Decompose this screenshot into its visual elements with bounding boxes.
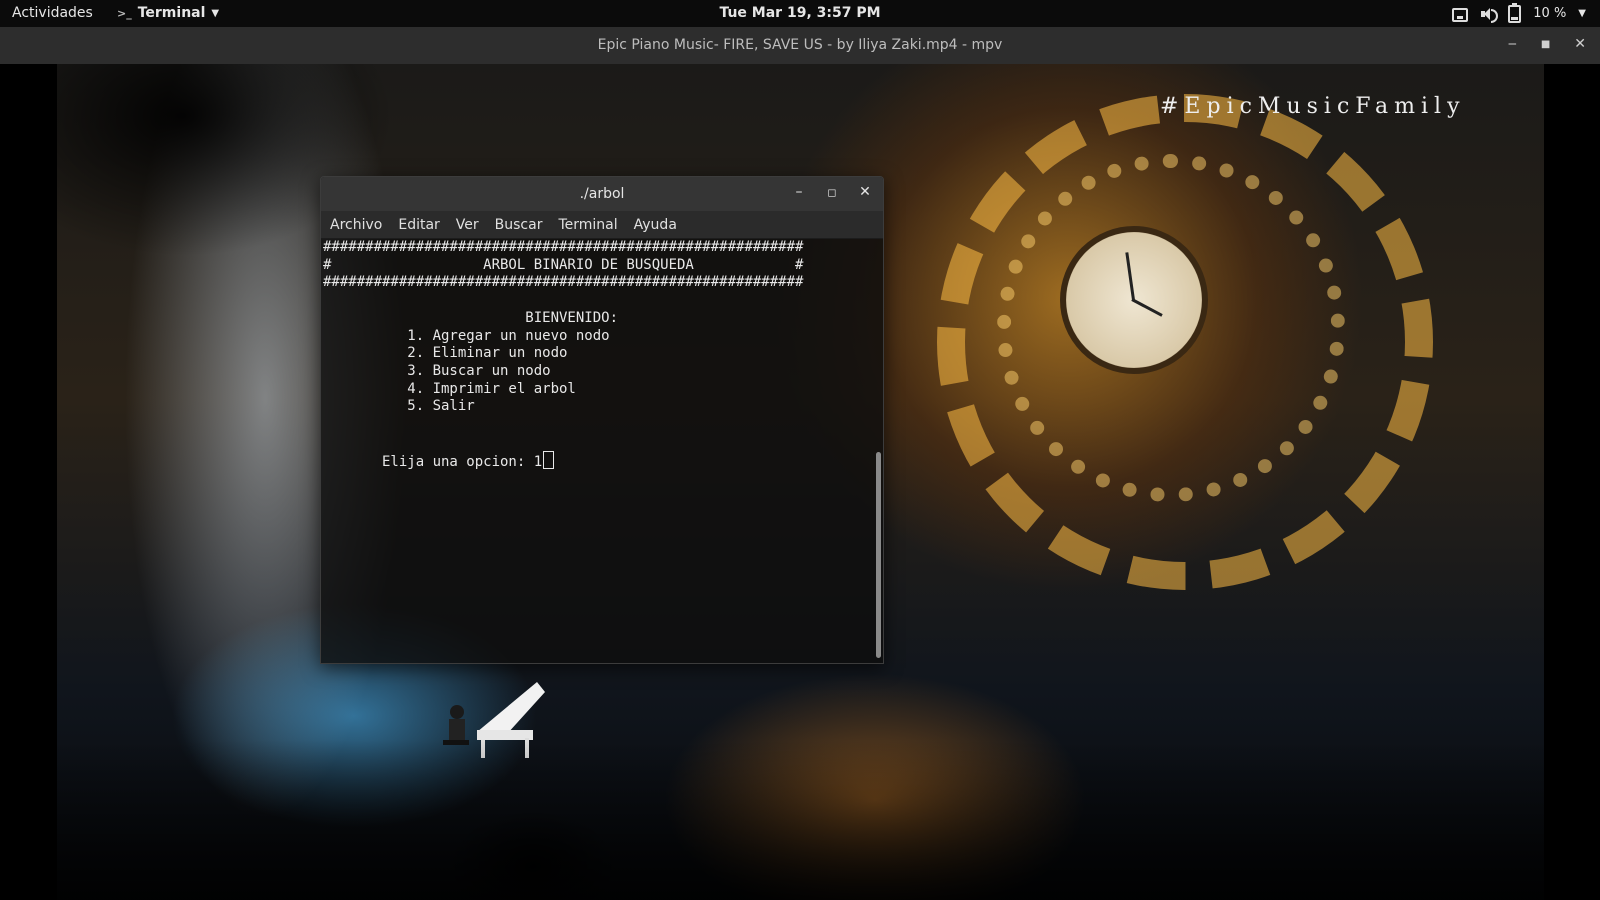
text-cursor bbox=[543, 451, 555, 470]
player-titlebar: Epic Piano Music- FIRE, SAVE US - by Ili… bbox=[0, 27, 1600, 65]
terminal-line: 5. Salir bbox=[323, 398, 475, 415]
chevron-down-icon: ▼ bbox=[211, 7, 220, 19]
terminal-titlebar[interactable]: ./arbol – ◻ ✕ bbox=[321, 177, 883, 211]
maximize-icon[interactable]: ◻ bbox=[822, 186, 842, 199]
menu-ver[interactable]: Ver bbox=[456, 217, 479, 233]
close-icon[interactable]: ✕ bbox=[855, 184, 875, 200]
app-menu[interactable]: >_ Terminal ▼ bbox=[117, 5, 219, 21]
terminal-prompt-line[interactable]: Elija una opcion: 1 bbox=[323, 451, 869, 472]
battery-icon bbox=[1508, 3, 1522, 23]
menu-terminal[interactable]: Terminal bbox=[558, 217, 617, 233]
top-bar: Actividades >_ Terminal ▼ Tue Mar 19, 3:… bbox=[0, 0, 1600, 27]
app-menu-label: Terminal bbox=[137, 5, 206, 21]
terminal-line: ########################################… bbox=[323, 274, 804, 291]
terminal-menubar: Archivo Editar Ver Buscar Terminal Ayuda bbox=[321, 211, 883, 239]
close-icon[interactable]: ✕ bbox=[1574, 36, 1586, 52]
prompt-input-value[interactable]: 1 bbox=[534, 454, 542, 470]
volume-icon bbox=[1480, 6, 1499, 23]
terminal-window[interactable]: ./arbol – ◻ ✕ Archivo Editar Ver Buscar … bbox=[320, 176, 884, 664]
terminal-line: # ARBOL BINARIO DE BUSQUEDA # bbox=[323, 256, 804, 273]
terminal-line: 3. Buscar un nodo bbox=[323, 362, 551, 379]
menu-editar[interactable]: Editar bbox=[398, 217, 439, 233]
minimize-icon[interactable]: ‒ bbox=[1508, 36, 1517, 52]
network-icon bbox=[1452, 7, 1469, 22]
battery-percent: 10 % bbox=[1533, 6, 1567, 21]
maximize-icon[interactable]: ■ bbox=[1541, 36, 1550, 52]
player-window-title: Epic Piano Music- FIRE, SAVE US - by Ili… bbox=[597, 37, 1003, 53]
terminal-screen[interactable]: ########################################… bbox=[321, 239, 869, 663]
terminal-line: 1. Agregar un nuevo nodo bbox=[323, 327, 610, 344]
terminal-scrollbar[interactable] bbox=[876, 452, 881, 658]
menu-buscar[interactable]: Buscar bbox=[495, 217, 543, 233]
system-tray[interactable]: 10 % ▼ bbox=[1452, 3, 1586, 23]
clock-face-image bbox=[1060, 226, 1208, 374]
chevron-down-icon: ▼ bbox=[1578, 8, 1586, 19]
activities-button[interactable]: Actividades bbox=[12, 5, 93, 21]
terminal-line: 4. Imprimir el arbol bbox=[323, 380, 576, 397]
video-overlay-text: #EpicMusicFamily bbox=[1160, 94, 1466, 119]
minimize-icon[interactable]: – bbox=[789, 184, 809, 200]
menu-ayuda[interactable]: Ayuda bbox=[634, 217, 677, 233]
terminal-line: ########################################… bbox=[323, 239, 804, 255]
terminal-line: BIENVENIDO: bbox=[323, 309, 619, 326]
prompt-text: Elija una opcion: bbox=[323, 454, 534, 471]
clock[interactable]: Tue Mar 19, 3:57 PM bbox=[719, 5, 880, 21]
terminal-icon: >_ bbox=[117, 6, 132, 20]
menu-archivo[interactable]: Archivo bbox=[330, 217, 382, 233]
terminal-line: 2. Eliminar un nodo bbox=[323, 345, 568, 362]
foreground-silhouette bbox=[57, 740, 1544, 900]
